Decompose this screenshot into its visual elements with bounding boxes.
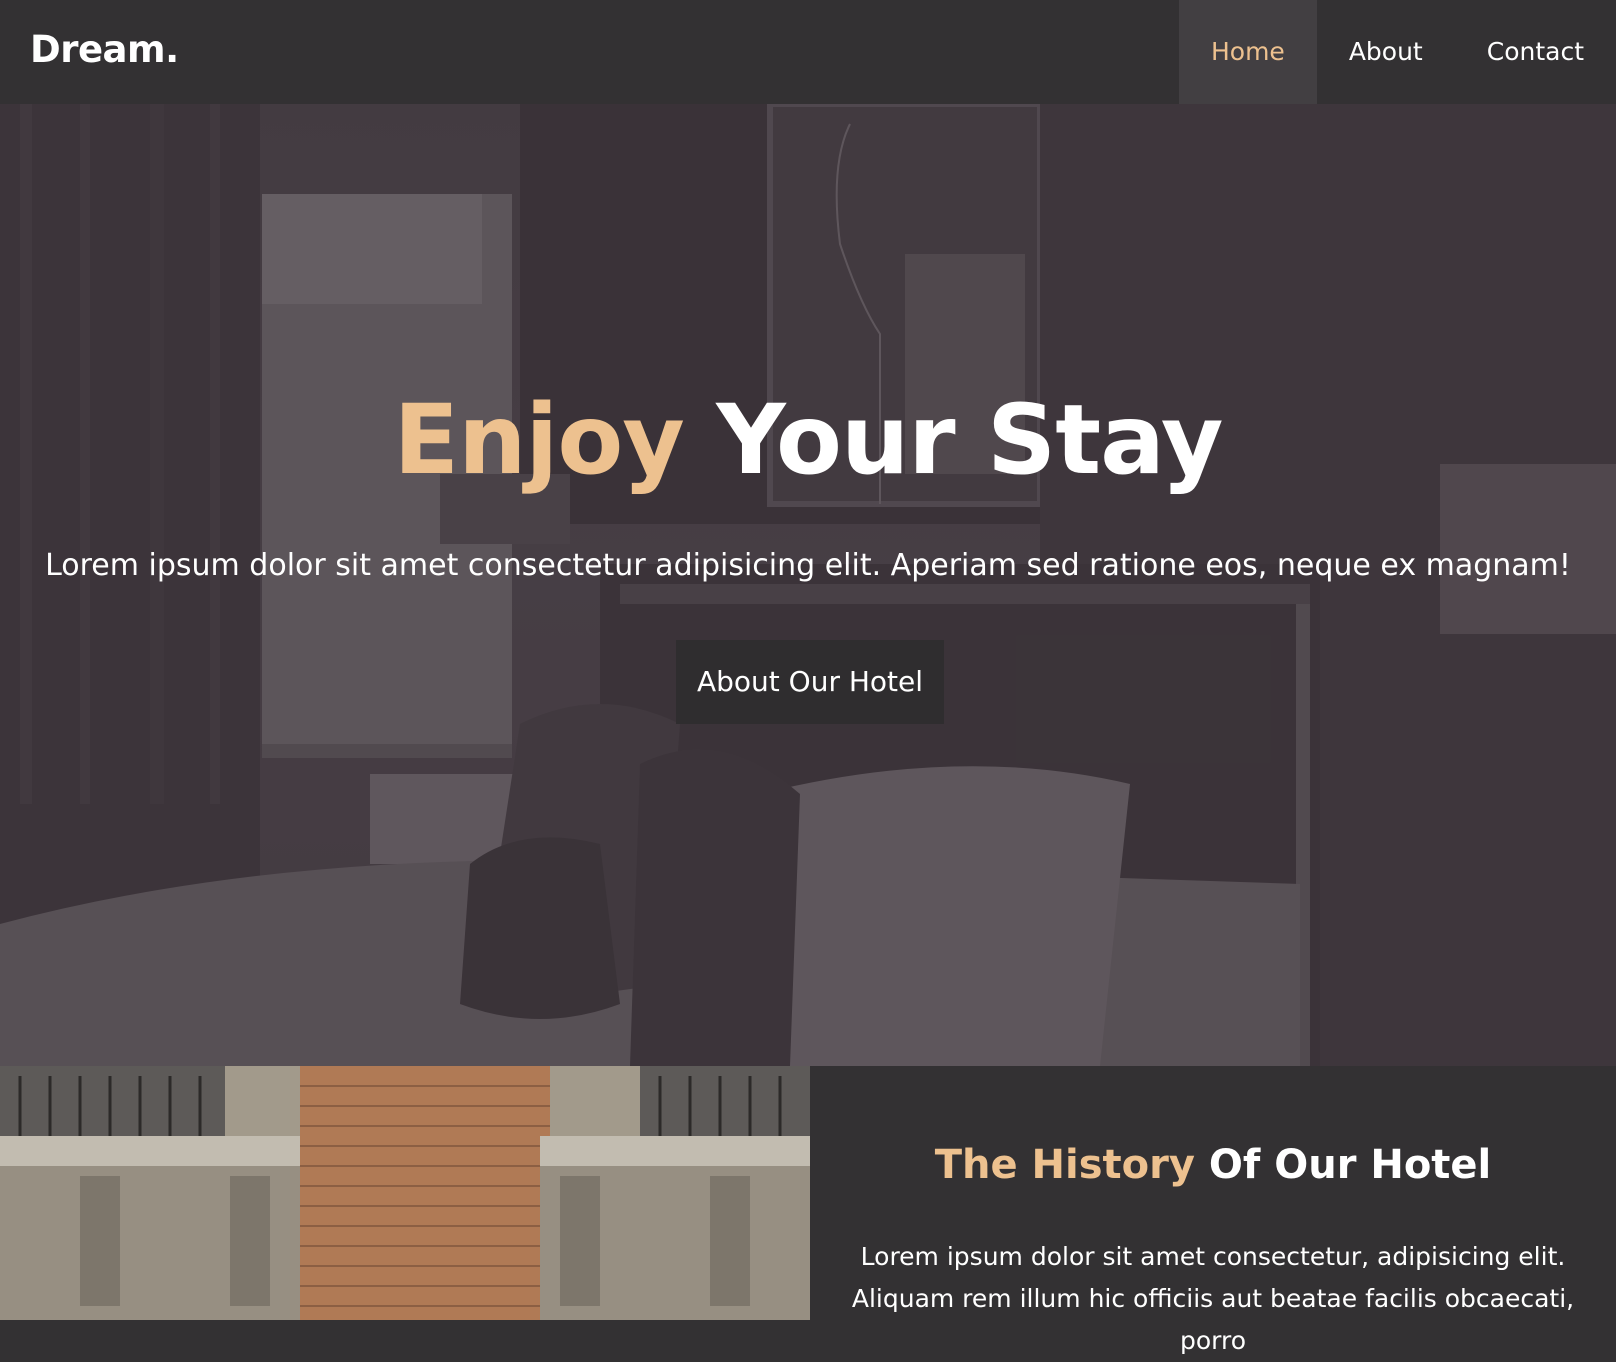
history-text: Lorem ipsum dolor sit amet consectetur, … xyxy=(851,1242,1575,1355)
history-title-rest: Of Our Hotel xyxy=(1194,1142,1492,1188)
hero-title-accent: Enjoy xyxy=(393,384,685,496)
history-panel: The History Of Our Hotel Lorem ipsum dol… xyxy=(810,1066,1616,1355)
brand-logo[interactable]: Dream. xyxy=(30,28,179,71)
nav-link-home[interactable]: Home xyxy=(1178,0,1317,104)
hero-title: Enjoy Your Stay xyxy=(0,384,1616,496)
history-title-accent: The History xyxy=(934,1142,1195,1188)
nav-links: Home About Contact xyxy=(1178,0,1616,104)
history-image xyxy=(0,1066,810,1320)
navbar: Dream. Home About Contact xyxy=(0,0,1616,104)
nav-link-about[interactable]: About xyxy=(1317,0,1455,104)
building-facade-image xyxy=(0,1066,810,1320)
hero-section: Enjoy Your Stay Lorem ipsum dolor sit am… xyxy=(0,104,1616,1066)
history-title: The History Of Our Hotel xyxy=(810,1142,1616,1188)
hero-content: Enjoy Your Stay Lorem ipsum dolor sit am… xyxy=(0,104,1616,1066)
about-hotel-button[interactable]: About Our Hotel xyxy=(676,640,944,724)
nav-link-contact[interactable]: Contact xyxy=(1455,0,1616,104)
hero-title-rest: Your Stay xyxy=(683,384,1223,496)
hero-subtitle: Lorem ipsum dolor sit amet consectetur a… xyxy=(45,548,1571,583)
